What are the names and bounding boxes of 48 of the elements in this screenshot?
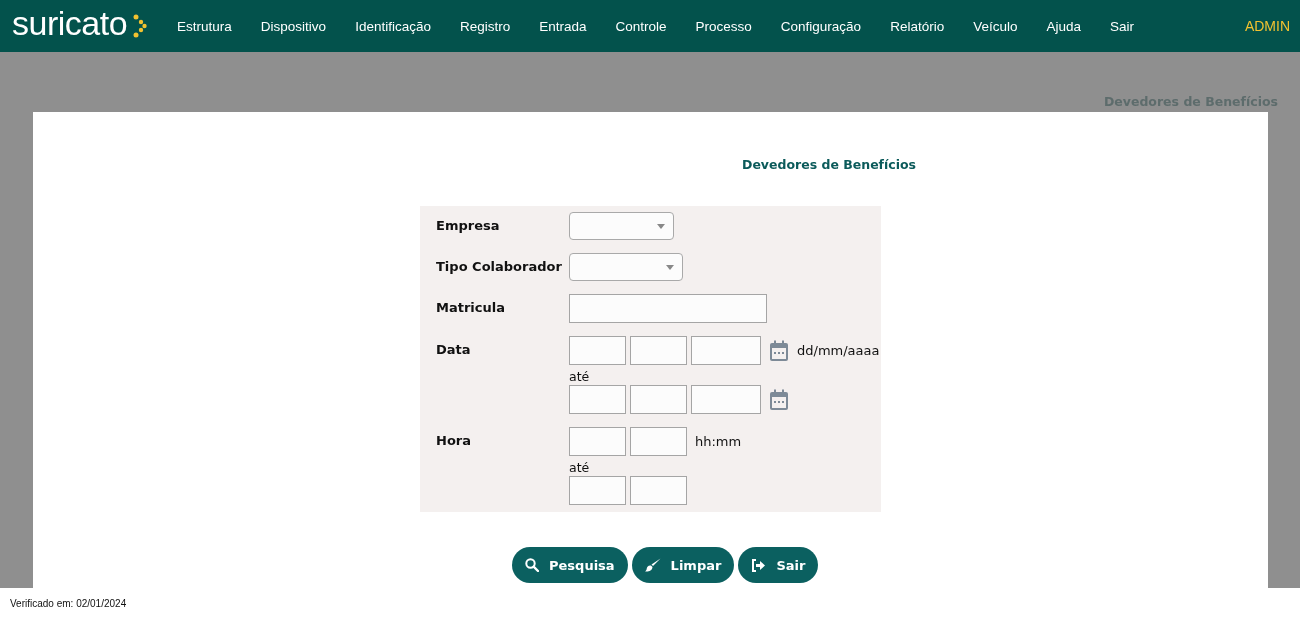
calendar-icon[interactable]: [769, 339, 789, 362]
field-label: Empresa: [436, 217, 501, 235]
input-field[interactable]: [691, 336, 761, 365]
menu-item[interactable]: Configuração: [780, 18, 862, 34]
menu-item[interactable]: Dispositivo: [260, 18, 327, 34]
menu-item[interactable]: Estrutura: [177, 18, 232, 34]
exit-icon: [751, 558, 767, 572]
input-field[interactable]: [630, 476, 687, 505]
menu-item[interactable]: Ajuda: [1046, 18, 1081, 34]
field-label: Hora: [436, 432, 472, 450]
calendar-icon[interactable]: [769, 388, 789, 411]
user-name: ADMIN: [1244, 18, 1290, 34]
form-title: Devedores de Benefícios: [742, 157, 918, 172]
search-button[interactable]: Pesquisa: [512, 547, 628, 583]
input-field[interactable]: [569, 427, 626, 456]
input-field[interactable]: [630, 385, 687, 414]
menu-item[interactable]: Registro: [459, 18, 511, 34]
exit-button[interactable]: Sair: [738, 547, 819, 583]
menu-item[interactable]: Identificação: [355, 18, 431, 34]
clear-button[interactable]: Limpar: [631, 547, 735, 583]
dropdown[interactable]: [569, 253, 683, 281]
logo-text: suricato: [12, 6, 128, 44]
verification-date: Verificado em: 02/01/2024: [10, 598, 127, 609]
dropdown[interactable]: [569, 212, 674, 240]
input-field[interactable]: [569, 385, 626, 414]
caret-icon: [666, 265, 674, 270]
menu-item[interactable]: Entrada: [539, 18, 587, 34]
input-field[interactable]: [569, 336, 626, 365]
field-label: Matricula: [436, 299, 506, 317]
input-field[interactable]: [630, 427, 687, 456]
input-field[interactable]: [630, 336, 687, 365]
format-hint: hh:mm: [695, 434, 742, 449]
input-field[interactable]: [569, 476, 626, 505]
input-field[interactable]: [691, 385, 761, 414]
menu-item[interactable]: Relatório: [890, 18, 945, 34]
field-label: Data: [436, 341, 472, 359]
brush-icon: [644, 558, 661, 572]
input-field[interactable]: [569, 294, 767, 323]
menu-item[interactable]: Controle: [615, 18, 667, 34]
caret-icon: [657, 224, 665, 229]
menu-item[interactable]: Veículo: [973, 18, 1018, 34]
format-hint: dd/mm/aaaa: [797, 343, 880, 358]
field-label: Tipo Colaborador: [436, 258, 563, 276]
menu-item[interactable]: Processo: [695, 18, 752, 34]
range-separator: até: [569, 460, 591, 475]
range-separator: até: [569, 369, 591, 384]
search-icon: [525, 558, 539, 572]
menu-item[interactable]: Sair: [1110, 18, 1134, 34]
